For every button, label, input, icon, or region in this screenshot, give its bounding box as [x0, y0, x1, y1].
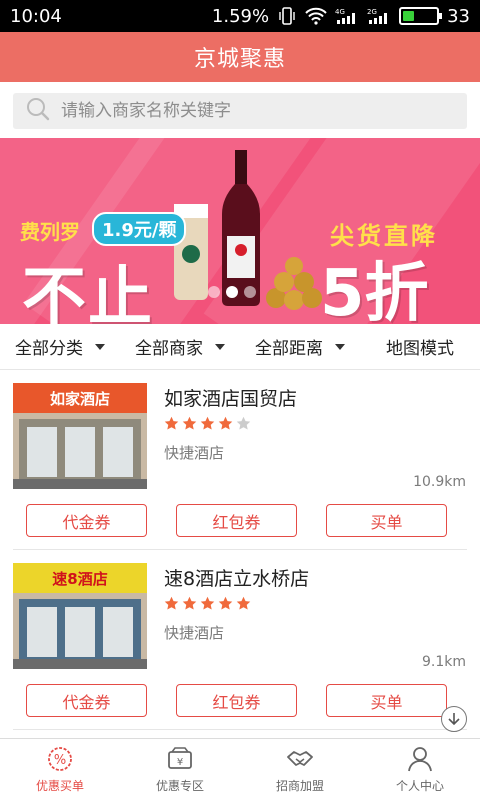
star-filled-icon	[236, 596, 251, 610]
person-icon	[408, 747, 432, 772]
banner-headline: 不止	[22, 261, 154, 324]
star-filled-icon	[182, 416, 197, 430]
merchant-photo: 如家酒店	[13, 383, 147, 489]
banner-discount: 5折	[320, 257, 429, 324]
merchant-actions: 代金券 红包券 买单	[26, 684, 447, 717]
star-filled-icon	[164, 596, 179, 610]
pay-bill-button[interactable]: 买单	[326, 684, 447, 717]
network-speed: 1.59%	[211, 5, 270, 27]
merchant-distance: 10.9km	[413, 474, 466, 490]
star-filled-icon	[182, 596, 197, 610]
red-packet-button[interactable]: 红包券	[176, 504, 297, 537]
merchant-actions: 代金券 红包券 买单	[26, 504, 447, 537]
carousel-dot[interactable]	[226, 286, 238, 298]
tab-ticket[interactable]: ¥ 优惠专区	[120, 739, 240, 800]
signal-2g-icon: 2G	[367, 6, 391, 26]
merchant-photo-image: 速8酒店	[13, 563, 147, 669]
wine-bottle-image	[222, 150, 260, 306]
handshake-icon	[287, 751, 313, 766]
star-filled-icon	[200, 416, 215, 430]
tab-discount[interactable]: % 优惠买单	[0, 739, 120, 800]
merchant-photo-image: 如家酒店	[13, 383, 147, 489]
filter-label: 地图模式	[386, 339, 454, 359]
merchant-name: 速8酒店立水桥店	[164, 568, 310, 590]
merchant-name: 如家酒店国贸店	[164, 388, 298, 410]
search-input[interactable]	[61, 101, 441, 121]
status-bar: 10:04 1.59% 4G 2G 33	[0, 0, 480, 32]
vibrate-icon	[277, 6, 297, 26]
filter-label: 全部距离	[255, 339, 323, 359]
promo-banner[interactable]: 费列罗 1.9元/颗 不止 尖货直降 5折	[0, 138, 480, 324]
tab-label: 个人中心	[395, 779, 444, 793]
voucher-button[interactable]: 代金券	[26, 504, 147, 537]
tab-person[interactable]: 个人中心	[360, 739, 480, 800]
merchant-item[interactable]: 速8酒店 速8酒店立水桥店快捷酒店 9.1km 代金券 红包券 买单	[0, 550, 480, 730]
filter-label: 全部商家	[135, 339, 203, 359]
merchant-list: 如家酒店 如家酒店国贸店 快捷酒店 10.9km 代金券 红包券 买单 速8酒店 速8酒店立水桥…	[0, 370, 480, 738]
filter-1[interactable]: 全部商家	[120, 324, 240, 369]
svg-text:速8酒店: 速8酒店	[52, 570, 107, 588]
star-filled-icon	[200, 596, 215, 610]
star-filled-icon	[218, 416, 233, 430]
divider	[13, 729, 467, 730]
svg-text:如家酒店: 如家酒店	[50, 390, 110, 408]
banner-brand: 费列罗	[20, 220, 80, 244]
svg-text:4G: 4G	[335, 8, 345, 16]
svg-text:2G: 2G	[367, 8, 377, 16]
battery-icon	[399, 7, 443, 25]
signal-4g-icon: 4G	[335, 6, 359, 26]
status-icons: 1.59% 4G 2G 33	[212, 6, 470, 27]
svg-text:¥: ¥	[177, 757, 183, 768]
merchant-item[interactable]: 如家酒店 如家酒店国贸店快捷酒店 10.9km 代金券 红包券 买单	[0, 370, 480, 550]
carousel-dot[interactable]	[244, 286, 256, 298]
filter-bar: 全部分类 全部商家 全部距离 地图模式	[0, 324, 480, 370]
tab-label: 优惠买单	[35, 779, 84, 793]
battery-percent: 33	[447, 5, 470, 27]
caret-down-icon	[95, 343, 105, 350]
merchant-category: 快捷酒店	[164, 444, 225, 462]
carousel-dot[interactable]	[208, 286, 220, 298]
search-icon	[25, 96, 51, 126]
caret-down-icon	[215, 343, 225, 350]
merchant-rating	[164, 596, 251, 611]
caret-down-icon	[335, 343, 345, 350]
page-title: 京城聚惠	[193, 47, 286, 72]
tab-label: 招商加盟	[275, 779, 324, 793]
tab-handshake[interactable]: 招商加盟	[240, 739, 360, 800]
merchant-rating	[164, 416, 251, 431]
voucher-button[interactable]: 代金券	[26, 684, 147, 717]
search-box[interactable]	[13, 93, 467, 129]
ticket-icon: ¥	[168, 747, 192, 769]
chocolate-image	[266, 257, 322, 310]
battery-fill	[403, 11, 414, 21]
tab-label: 优惠专区	[155, 779, 204, 793]
svg-text:%: %	[54, 753, 66, 768]
star-empty-icon	[236, 416, 251, 430]
search-bar	[0, 82, 480, 138]
filter-label: 全部分类	[15, 339, 83, 359]
wifi-icon	[305, 7, 327, 25]
title-bar: 京城聚惠	[0, 32, 480, 82]
discount-icon: %	[48, 747, 72, 771]
carousel-indicator[interactable]	[208, 286, 256, 298]
star-filled-icon	[218, 596, 233, 610]
scroll-down-button[interactable]	[441, 706, 467, 732]
banner-price-tag: 1.9元/颗	[92, 212, 187, 246]
merchant-photo: 速8酒店	[13, 563, 147, 669]
pay-bill-button[interactable]: 买单	[326, 504, 447, 537]
merchant-category: 快捷酒店	[164, 624, 225, 642]
arrow-down-icon	[448, 713, 460, 726]
filter-3[interactable]: 地图模式	[360, 324, 480, 369]
status-time: 10:04	[10, 5, 62, 27]
red-packet-button[interactable]: 红包券	[176, 684, 297, 717]
merchant-distance: 9.1km	[421, 654, 466, 670]
filter-0[interactable]: 全部分类	[0, 324, 120, 369]
bottom-tab-bar: % 优惠买单 ¥ 优惠专区 招商加盟 个人中心	[0, 738, 480, 800]
filter-2[interactable]: 全部距离	[240, 324, 360, 369]
star-filled-icon	[164, 416, 179, 430]
